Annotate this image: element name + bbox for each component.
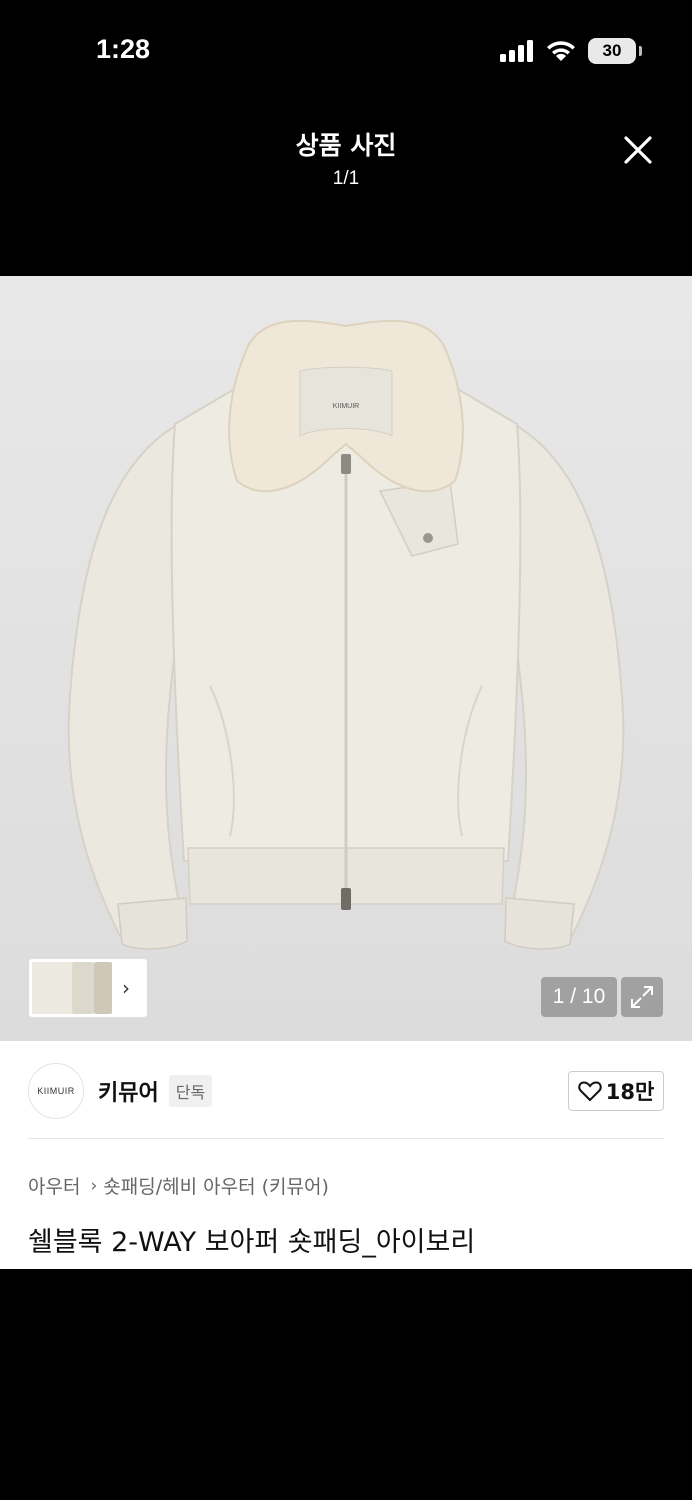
breadcrumb-subcategory[interactable]: 숏패딩/헤비 아우터 (키뮤어) <box>103 1172 329 1199</box>
signal-icon <box>500 40 533 62</box>
brand-name[interactable]: 키뮤어 <box>98 1075 159 1107</box>
battery-icon: 30 <box>588 38 642 64</box>
wifi-icon <box>547 41 575 61</box>
product-image[interactable]: KIIMUIR › 1 / 10 <box>0 276 692 1041</box>
chevron-right-icon[interactable]: › <box>122 976 130 1000</box>
close-icon[interactable] <box>620 132 656 168</box>
jacket-illustration: KIIMUIR <box>67 319 625 950</box>
exclusive-badge: 단독 <box>168 1075 213 1107</box>
breadcrumb-category[interactable]: 아우터 <box>28 1172 80 1199</box>
like-count: 18만 <box>605 1080 655 1104</box>
chevron-right-icon: › <box>90 1175 98 1196</box>
product-title: 쉘블록 2-WAY 보아퍼 숏패딩_아이보리 <box>28 1227 476 1258</box>
status-time: 1:28 <box>96 34 151 64</box>
thumbnail-2[interactable] <box>72 962 94 1014</box>
heart-icon <box>578 1081 602 1102</box>
thumbnail-1[interactable] <box>32 962 72 1014</box>
expand-button[interactable] <box>621 977 663 1017</box>
expand-icon <box>631 986 653 1008</box>
product-card: KIIMUIR › 1 / 10 KIIMUIR 키뮤어 단독 18만 아우터 … <box>0 276 692 1269</box>
viewer-title: 상품 사진 <box>295 131 397 160</box>
like-button[interactable]: 18만 <box>568 1071 664 1111</box>
image-counter: 1 / 10 <box>541 977 617 1017</box>
status-icons: 30 <box>500 38 642 64</box>
thumbnail-3[interactable] <box>94 962 112 1014</box>
breadcrumb: 아우터 › 숏패딩/헤비 아우터 (키뮤어) <box>28 1172 329 1199</box>
thumbnail-strip[interactable]: › <box>28 958 148 1018</box>
battery-level: 30 <box>602 41 622 60</box>
status-bar: 1:28 30 <box>0 0 692 100</box>
brand-logo[interactable]: KIIMUIR <box>28 1063 84 1119</box>
brand-row: KIIMUIR 키뮤어 단독 18만 <box>28 1062 664 1120</box>
viewer-counter: 1/1 <box>332 168 360 189</box>
jacket-brand-tag: KIIMUIR <box>333 403 359 410</box>
viewer-header: 상품 사진 1/1 <box>0 120 692 190</box>
divider <box>28 1138 664 1139</box>
